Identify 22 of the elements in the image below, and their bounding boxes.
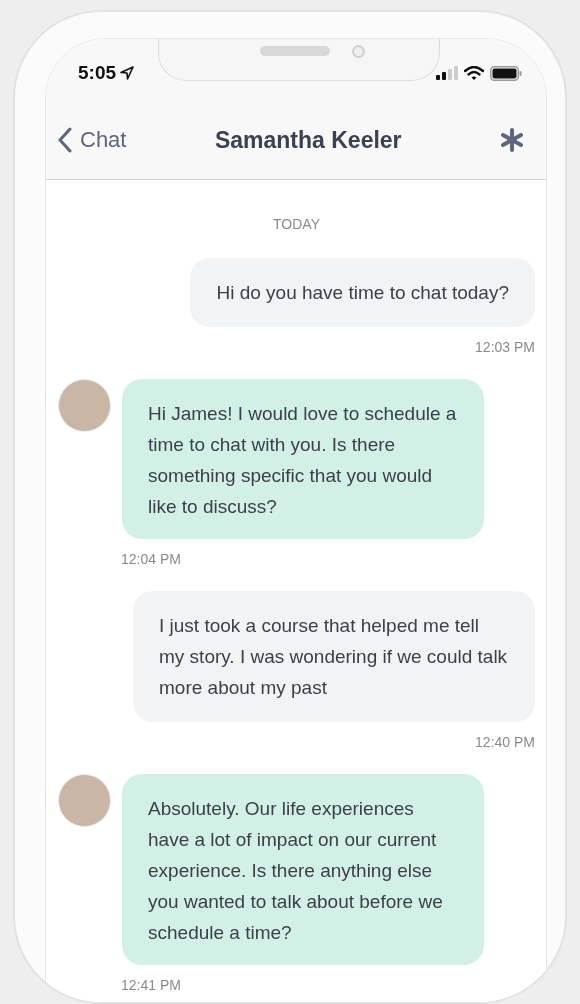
received-message: Absolutely. Our life experiences have a lot of impact on our current experience. Is there anything else you wanted to talk about before we schedule a time? xyxy=(122,774,484,965)
location-arrow-icon xyxy=(120,66,135,80)
sent-message: Hi do you have time to chat today? xyxy=(190,258,535,327)
sent-message: I just took a course that helped me tell my story. I was wondering if we could talk more about my past xyxy=(133,591,535,722)
contact-name: Samantha Keeler xyxy=(214,126,402,154)
wifi-icon xyxy=(464,65,484,81)
message-time: 12:04 PM xyxy=(120,551,182,567)
message-time: 12:40 PM xyxy=(474,734,535,750)
received-message: Hi James! I would love to schedule a time to chat with you. Is there something specific that you would like to discuss? xyxy=(122,379,484,539)
back-button[interactable]: Chat xyxy=(58,127,127,153)
avatar-placeholder xyxy=(58,379,111,432)
avatar-placeholder xyxy=(58,774,111,827)
date-divider: TODAY xyxy=(272,216,321,232)
battery-icon xyxy=(490,65,522,81)
chevron-left-icon xyxy=(58,127,72,153)
message-time: 12:03 PM xyxy=(474,339,535,355)
camera-lens xyxy=(352,45,365,58)
message-time: 12:41 PM xyxy=(120,977,182,993)
status-time: 5:05 xyxy=(78,62,117,84)
asterisk-icon[interactable] xyxy=(500,128,524,152)
signal-icon xyxy=(436,66,458,80)
speaker-grille xyxy=(260,46,330,56)
